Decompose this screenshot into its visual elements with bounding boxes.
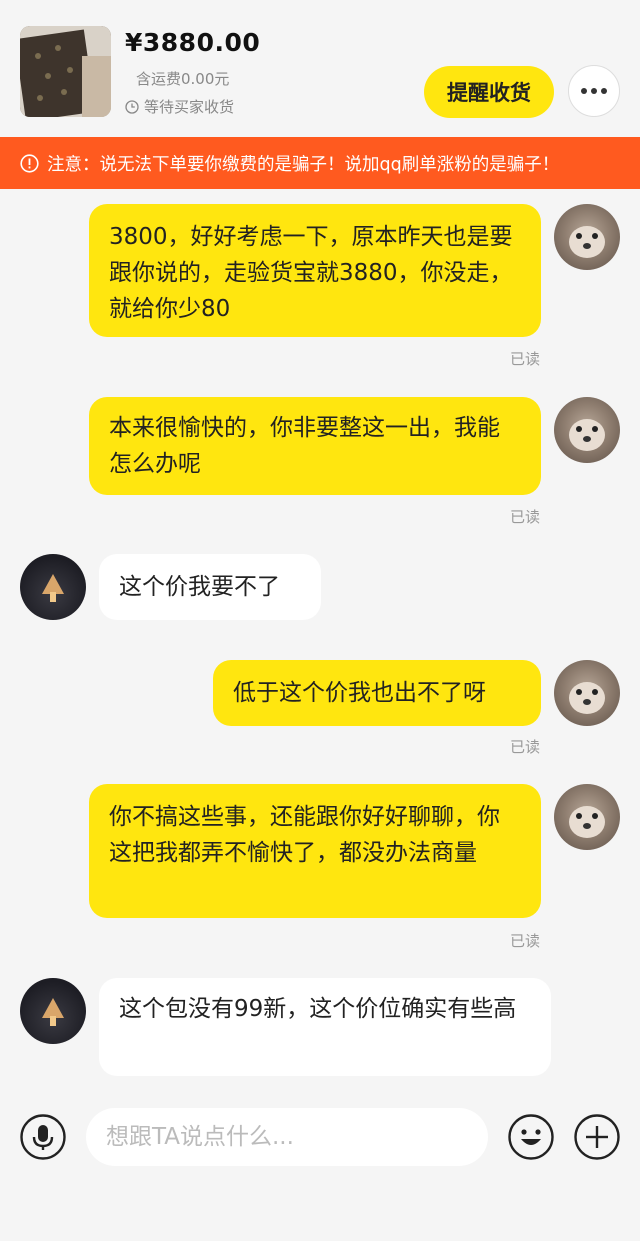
message-bubble-received[interactable]: 这个价我要不了 bbox=[99, 554, 321, 620]
message-bubble-sent[interactable]: 本来很愉快的，你非要整这一出，我能怎么办呢 bbox=[89, 397, 541, 495]
message-bubble-sent[interactable]: 3800，好好考虑一下，原本昨天也是要跟你说的，走验货宝就3880，你没走，就给… bbox=[89, 204, 541, 337]
message-bubble-sent[interactable]: 你不搞这些事，还能跟你好好聊聊，你这把我都弄不愉快了，都没办法商量 bbox=[89, 784, 541, 918]
my-avatar[interactable] bbox=[554, 397, 620, 463]
my-avatar[interactable] bbox=[554, 784, 620, 850]
order-status-text: 等待买家收货 bbox=[144, 98, 235, 116]
my-avatar[interactable] bbox=[554, 204, 620, 270]
more-icon bbox=[581, 88, 607, 94]
buyer-avatar[interactable] bbox=[20, 978, 86, 1044]
plus-icon[interactable] bbox=[574, 1114, 620, 1160]
read-receipt: 已读 bbox=[510, 350, 541, 368]
more-button[interactable] bbox=[568, 65, 620, 117]
message-input-bar bbox=[0, 1100, 640, 1241]
warning-icon bbox=[20, 153, 39, 173]
order-status: 等待买家收货 bbox=[125, 96, 234, 117]
fraud-warning-banner: 注意：说无法下单要你缴费的是骗子！说加qq刷单涨粉的是骗子！ bbox=[0, 137, 640, 189]
clock-icon bbox=[125, 99, 139, 114]
remind-receipt-button[interactable]: 提醒收货 bbox=[424, 66, 554, 118]
message-input[interactable] bbox=[86, 1108, 488, 1166]
shipping-fee: 含运费0.00元 bbox=[136, 70, 230, 88]
read-receipt: 已读 bbox=[510, 738, 541, 756]
warning-text: 注意：说无法下单要你缴费的是骗子！说加qq刷单涨粉的是骗子！ bbox=[47, 154, 560, 175]
message-bubble-sent[interactable]: 低于这个价我也出不了呀 bbox=[213, 660, 541, 726]
buyer-avatar[interactable] bbox=[20, 554, 86, 620]
message-bubble-received[interactable]: 这个包没有99新，这个价位确实有些高 bbox=[99, 978, 551, 1076]
my-avatar[interactable] bbox=[554, 660, 620, 726]
emoji-icon[interactable] bbox=[508, 1114, 554, 1160]
product-thumbnail[interactable] bbox=[20, 26, 111, 117]
read-receipt: 已读 bbox=[510, 508, 541, 526]
order-header: ¥3880.00 含运费0.00元 等待买家收货 提醒收货 bbox=[0, 0, 640, 137]
microphone-icon[interactable] bbox=[20, 1114, 66, 1160]
read-receipt: 已读 bbox=[510, 932, 541, 950]
price: ¥3880.00 bbox=[125, 28, 261, 57]
